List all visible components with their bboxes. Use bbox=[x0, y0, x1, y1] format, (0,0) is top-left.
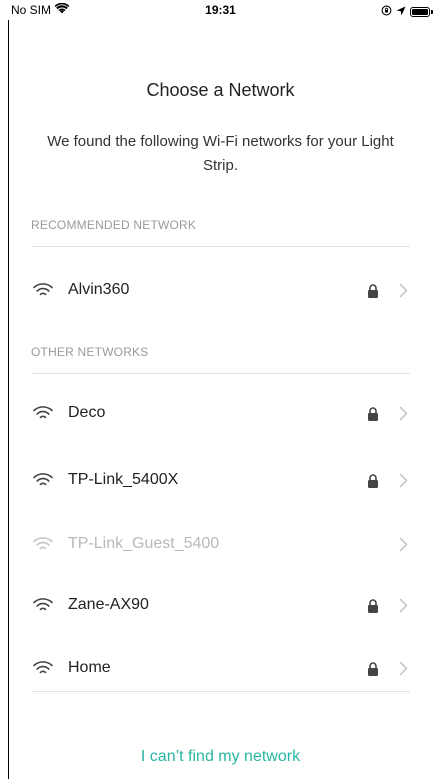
lock-icon bbox=[366, 282, 380, 298]
page-subtitle: We found the following Wi-Fi networks fo… bbox=[47, 133, 394, 174]
network-row[interactable]: Deco bbox=[31, 385, 410, 441]
divider bbox=[31, 691, 410, 692]
lock-icon bbox=[366, 597, 380, 613]
wifi-icon bbox=[31, 470, 55, 490]
chevron-right-icon bbox=[398, 597, 408, 613]
chevron-right-icon bbox=[398, 660, 408, 676]
network-row[interactable]: Home bbox=[31, 640, 410, 696]
chevron-right-icon bbox=[398, 472, 408, 488]
wifi-icon bbox=[31, 403, 55, 423]
screen-edge bbox=[8, 20, 9, 779]
divider bbox=[31, 373, 410, 374]
network-row-recommended[interactable]: Alvin360 bbox=[31, 262, 410, 318]
other-networks-section-label: OTHER NETWORKS bbox=[31, 345, 149, 359]
lock-icon bbox=[366, 405, 380, 421]
network-row-disabled[interactable]: TP-Link_Guest_5400 bbox=[31, 516, 410, 572]
divider bbox=[31, 246, 410, 247]
network-row[interactable]: Zane-AX90 bbox=[31, 577, 410, 633]
status-right bbox=[381, 3, 433, 21]
cant-find-network-link[interactable]: I can’t find my network bbox=[0, 748, 441, 766]
location-icon bbox=[396, 3, 406, 21]
network-row[interactable]: TP-Link_5400X bbox=[31, 452, 410, 508]
network-name: Deco bbox=[68, 404, 106, 421]
orientation-lock-icon bbox=[381, 3, 392, 21]
page-title: Choose a Network bbox=[146, 80, 295, 100]
wifi-icon bbox=[31, 595, 55, 615]
network-name: Home bbox=[68, 659, 111, 676]
wifi-icon bbox=[31, 658, 55, 678]
network-name: TP-Link_Guest_5400 bbox=[68, 535, 220, 552]
lock-icon bbox=[366, 660, 380, 676]
status-bar: No SIM 19:31 bbox=[0, 0, 441, 20]
battery-icon bbox=[410, 7, 430, 17]
chevron-right-icon bbox=[398, 405, 408, 421]
battery-tip bbox=[431, 10, 433, 14]
status-time: 19:31 bbox=[205, 3, 236, 17]
chevron-right-icon bbox=[398, 536, 408, 552]
network-name: Zane-AX90 bbox=[68, 596, 149, 613]
lock-icon bbox=[366, 472, 380, 488]
wifi-icon bbox=[31, 280, 55, 300]
chevron-right-icon bbox=[398, 282, 408, 298]
network-name: Alvin360 bbox=[68, 281, 130, 298]
network-name: TP-Link_5400X bbox=[68, 471, 179, 488]
recommended-section-label: RECOMMENDED NETWORK bbox=[31, 218, 197, 232]
wifi-icon bbox=[31, 534, 55, 554]
